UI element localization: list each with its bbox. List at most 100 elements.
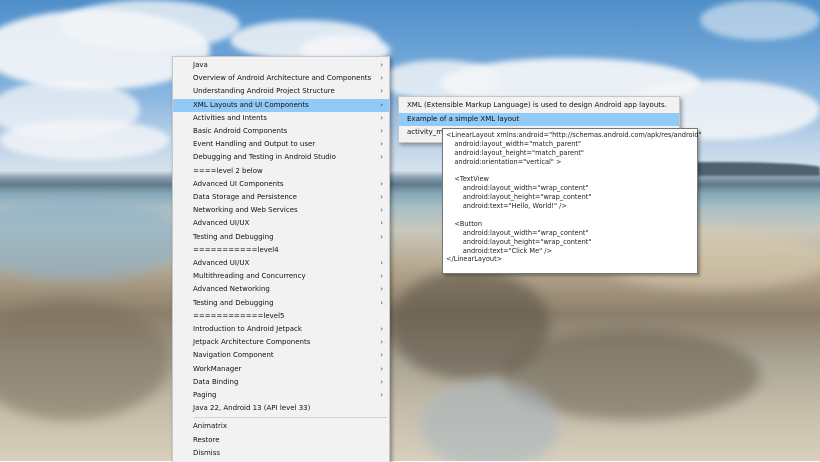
menu-item-dismiss[interactable]: Dismiss xyxy=(173,447,389,460)
menu-item-label: Activities and Intents xyxy=(193,113,267,122)
menu-item-label: Jetpack Architecture Components xyxy=(193,338,311,347)
menu-item-label: Navigation Component xyxy=(193,351,274,360)
menu-item[interactable]: ===========level4 xyxy=(173,244,389,257)
menu-item-label: Advanced Networking xyxy=(193,285,270,294)
chevron-right-icon: › xyxy=(380,179,383,188)
tooltip-code-line: android:orientation="vertical" > xyxy=(446,157,562,166)
tooltip-code-line: <TextView xyxy=(446,175,489,184)
menu-item-label: Networking and Web Services xyxy=(193,206,298,215)
context-menu-main: Java › Overview of Android Architecture an… xyxy=(172,56,390,462)
menu-item-label: Testing and Debugging xyxy=(193,298,274,307)
menu-item[interactable]: Debugging and Testing in Android Studio › xyxy=(173,151,389,164)
menu-item[interactable]: Testing and Debugging › xyxy=(173,297,389,310)
menu-item[interactable]: Advanced Networking › xyxy=(173,283,389,296)
menu-item-label: Restore xyxy=(193,435,220,444)
chevron-right-icon: › xyxy=(380,87,383,96)
tooltip-code-line: android:text="Hello, World!" /> xyxy=(446,202,567,211)
tooltip-code-line: android:layout_width="match_parent" xyxy=(446,139,582,148)
chevron-right-icon: › xyxy=(380,193,383,201)
submenu-item-label: Example of a simple XML layout xyxy=(407,114,520,123)
menu-item-label: Paging xyxy=(193,391,217,399)
menu-item-label: Advanced UI Components xyxy=(193,179,284,188)
chevron-right-icon: › xyxy=(380,377,383,386)
chevron-right-icon: › xyxy=(380,100,383,109)
menu-separator xyxy=(193,417,387,418)
menu-item-label: Java xyxy=(193,61,208,69)
menu-item[interactable]: Advanced UI/UX › xyxy=(173,257,389,270)
tooltip-code-line: android:layout_height="wrap_content" xyxy=(446,237,592,246)
menu-item-restore[interactable]: Restore xyxy=(173,434,389,447)
menu-item[interactable]: Multithreading and Concurrency › xyxy=(173,270,389,283)
menu-item[interactable]: Event Handling and Output to user › xyxy=(173,138,389,151)
menu-item-label: ===========level4 xyxy=(193,245,279,254)
menu-item-label: Debugging and Testing in Android Studio xyxy=(193,153,336,162)
tooltip-code-line: <Button xyxy=(446,219,482,228)
menu-item-label: Introduction to Android Jetpack xyxy=(193,325,302,333)
tooltip-code-line: android:layout_height="match_parent" xyxy=(446,148,584,157)
menu-item[interactable]: Navigation Component › xyxy=(173,349,389,362)
menu-item[interactable]: Java 22, Android 13 (API level 33) xyxy=(173,402,389,415)
chevron-right-icon: › xyxy=(380,272,383,281)
menu-item-label: Multithreading and Concurrency xyxy=(193,272,306,281)
menu-item[interactable]: Advanced UI/UX › xyxy=(173,217,389,230)
menu-item[interactable]: Data Storage and Persistence › xyxy=(173,191,389,204)
chevron-right-icon: › xyxy=(380,351,383,360)
menu-item[interactable]: Networking and Web Services › xyxy=(173,204,389,217)
chevron-right-icon: › xyxy=(380,74,383,83)
tooltip-code-line: <LinearLayout xmlns:android="http://sche… xyxy=(446,131,702,139)
menu-item-label: Java 22, Android 13 (API level 33) xyxy=(193,404,311,413)
menu-item-label: ============level5 xyxy=(193,311,285,320)
tooltip-code-line: android:layout_width="wrap_content" xyxy=(446,184,589,193)
menu-item-label: Advanced UI/UX xyxy=(193,219,250,228)
chevron-right-icon: › xyxy=(380,364,383,373)
tooltip-code-line: android:layout_width="wrap_content" xyxy=(446,228,589,237)
menu-item[interactable]: XML Layouts and UI Components › xyxy=(173,98,389,112)
menu-item-label: XML Layouts and UI Components xyxy=(193,100,309,109)
menu-item[interactable]: ============level5 xyxy=(173,310,389,323)
menu-item[interactable]: Java › xyxy=(173,59,389,72)
chevron-right-icon: › xyxy=(380,338,383,347)
chevron-right-icon: › xyxy=(380,325,383,333)
menu-item[interactable]: WorkManager › xyxy=(173,363,389,376)
chevron-right-icon: › xyxy=(380,206,383,215)
menu-item-label: Advanced UI/UX xyxy=(193,259,250,267)
tooltip-code-line: android:layout_height="wrap_content" xyxy=(446,193,592,202)
submenu-item[interactable]: XML (Extensible Markup Language) is used… xyxy=(399,99,679,112)
menu-item[interactable]: Jetpack Architecture Components › xyxy=(173,336,389,349)
menu-item-label: Data Binding xyxy=(193,377,239,386)
tooltip-code-line: android:text="Click Me" /> xyxy=(446,246,553,255)
chevron-right-icon: › xyxy=(380,219,383,228)
menu-item-animatrix[interactable]: Animatrix xyxy=(173,420,389,433)
menu-item[interactable]: Activities and Intents › xyxy=(173,112,389,125)
submenu-item[interactable]: Example of a simple XML layout xyxy=(399,112,679,126)
chevron-right-icon: › xyxy=(380,232,383,241)
menu-item[interactable]: Basic Android Components › xyxy=(173,125,389,138)
menu-item-label: Overview of Android Architecture and Com… xyxy=(193,74,372,83)
menu-item[interactable]: Introduction to Android Jetpack › xyxy=(173,323,389,336)
menu-item[interactable]: Advanced UI Components › xyxy=(173,178,389,191)
chevron-right-icon: › xyxy=(380,391,383,399)
menu-item[interactable]: Understanding Android Project Structure › xyxy=(173,85,389,98)
menu-item[interactable]: Data Binding › xyxy=(173,376,389,389)
chevron-right-icon: › xyxy=(380,127,383,135)
menu-item[interactable]: ====level 2 below xyxy=(173,165,389,178)
menu-item-label: Understanding Android Project Structure xyxy=(193,87,335,96)
menu-item-label: Animatrix xyxy=(193,422,227,430)
menu-item-label: Dismiss xyxy=(193,449,221,457)
menu-item[interactable]: Overview of Android Architecture and Com… xyxy=(173,72,389,85)
menu-item[interactable]: Paging › xyxy=(173,389,389,402)
menu-item-label: Testing and Debugging xyxy=(193,232,274,241)
menu-item-label: Event Handling and Output to user xyxy=(193,140,316,149)
tooltip-code-line xyxy=(446,167,694,176)
chevron-right-icon: › xyxy=(380,298,383,307)
submenu-item-label: XML (Extensible Markup Language) is used… xyxy=(407,101,667,109)
xml-example-tooltip: <LinearLayout xmlns:android="http://sche… xyxy=(442,128,702,274)
chevron-right-icon: › xyxy=(380,285,383,294)
tooltip-code-line: </LinearLayout> xyxy=(446,255,503,264)
chevron-right-icon: › xyxy=(380,259,383,267)
menu-item[interactable]: Testing and Debugging › xyxy=(173,231,389,244)
menu-item-label: ====level 2 below xyxy=(193,166,263,175)
menu-item-label: Basic Android Components xyxy=(193,127,288,135)
tooltip-code-line xyxy=(446,211,694,220)
chevron-right-icon: › xyxy=(380,140,383,149)
